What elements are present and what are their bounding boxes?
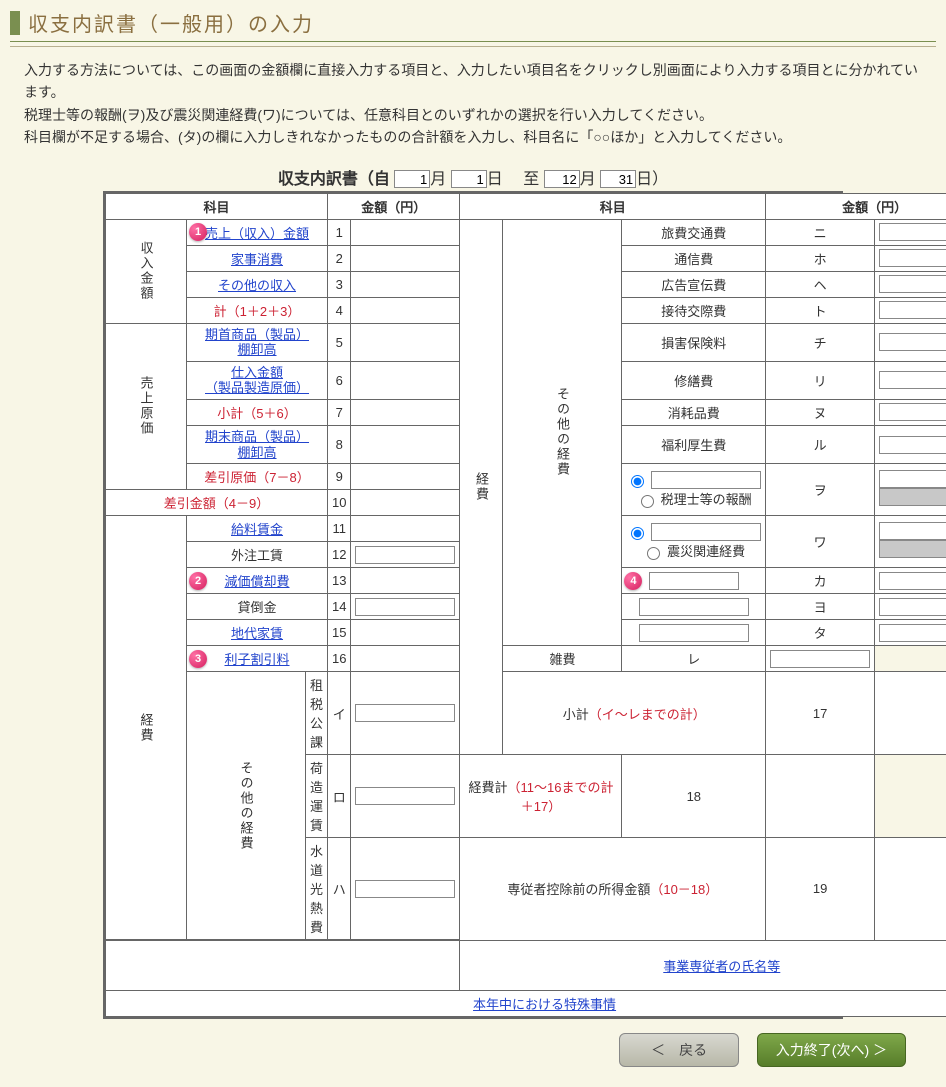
custom-item-ka[interactable] (649, 572, 739, 590)
section-other-expense-left: その他の経費 (187, 672, 306, 941)
breakdown-table: 科目 金額（円） 科目 金額（円） 収入金額 1売上（収入）金額 1 経費 その… (105, 193, 946, 1017)
section-expense-left: 経費 (106, 516, 187, 941)
section-cogs: 売上原価 (106, 323, 187, 490)
amount-input[interactable] (879, 403, 946, 421)
amount-input[interactable] (879, 522, 946, 540)
custom-item-yo[interactable] (639, 598, 749, 616)
badge-3: 3 (189, 650, 207, 668)
back-button[interactable]: ＜ 戻る (619, 1033, 739, 1067)
date-line: 収支内訳書（自 月 日 至 月 日） (0, 165, 946, 189)
item-rishi[interactable]: 利子割引料 (225, 652, 290, 667)
amount-input[interactable] (879, 624, 946, 642)
badge-4: 4 (624, 572, 642, 590)
amount-input[interactable] (355, 787, 455, 805)
page-title: 収支内訳書（一般用）の入力 (28, 8, 314, 37)
radio-shinsai[interactable] (647, 547, 660, 560)
custom-item-wo[interactable] (651, 471, 761, 489)
section-expense-right: 経費 (460, 219, 503, 755)
amount-input[interactable] (355, 598, 455, 616)
link-senju[interactable]: 事業専従者の氏名等 (663, 959, 780, 974)
disabled-amount (879, 540, 946, 558)
amount-input[interactable] (879, 249, 946, 267)
amount-input[interactable] (879, 572, 946, 590)
item-other-income[interactable]: その他の収入 (218, 278, 296, 293)
amount-input[interactable] (879, 301, 946, 319)
item-kajishohi[interactable]: 家事消費 (231, 252, 283, 267)
custom-item-ta[interactable] (639, 624, 749, 642)
amount-input[interactable] (879, 223, 946, 241)
month-from[interactable] (394, 170, 430, 188)
link-tokushu[interactable]: 本年中における特殊事情 (473, 997, 616, 1012)
badge-1: 1 (189, 223, 207, 241)
amount-input[interactable] (879, 333, 946, 351)
section-other-expense-right: その他の経費 (503, 219, 622, 646)
item-genka[interactable]: 減価償却費 (225, 574, 290, 589)
radio-custom-wa[interactable] (631, 527, 644, 540)
day-to[interactable] (600, 170, 636, 188)
item-kimatsu[interactable]: 期末商品（製品）棚卸高 (205, 429, 309, 460)
amount-input[interactable] (879, 436, 946, 454)
month-to[interactable] (544, 170, 580, 188)
item-jidai[interactable]: 地代家賃 (231, 626, 283, 641)
disabled-amount (879, 488, 946, 506)
intro-text: 入力する方法については、この画面の金額欄に直接入力する項目と、入力したい項目名を… (0, 59, 946, 165)
item-kishu[interactable]: 期首商品（製品）棚卸高 (205, 327, 309, 358)
amount-input[interactable] (879, 598, 946, 616)
amount-input[interactable] (879, 275, 946, 293)
amount-input[interactable] (355, 546, 455, 564)
next-button[interactable]: 入力終了(次へ) ＞ (757, 1033, 906, 1067)
badge-2: 2 (189, 572, 207, 590)
radio-zeirishi[interactable] (641, 495, 654, 508)
item-shiire[interactable]: 仕入金額（製品製造原価） (205, 365, 309, 396)
amount-input[interactable] (355, 704, 455, 722)
item-sales[interactable]: 売上（収入）金額 (205, 226, 309, 241)
section-income: 収入金額 (106, 219, 187, 323)
amount-input[interactable] (879, 371, 946, 389)
day-from[interactable] (451, 170, 487, 188)
radio-custom-wo[interactable] (631, 475, 644, 488)
amount-input[interactable] (770, 650, 870, 668)
amount-input[interactable] (879, 470, 946, 488)
custom-item-wa[interactable] (651, 523, 761, 541)
title-mark (10, 11, 20, 35)
item-kyuryo[interactable]: 給料賃金 (231, 522, 283, 537)
